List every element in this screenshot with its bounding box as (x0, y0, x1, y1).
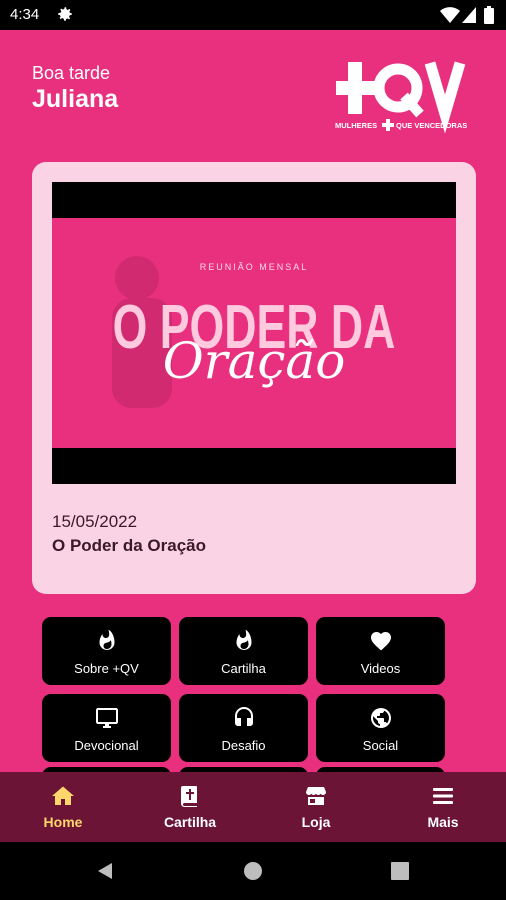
bottom-nav: Home Cartilha Loja Mais (0, 772, 506, 842)
thumbnail-graphic: REUNIÃO MENSAL O PODER DA Oração (112, 256, 395, 408)
status-bar: 4:34 (0, 0, 506, 30)
grid-label: Desafio (221, 738, 266, 753)
social-button[interactable]: Social (316, 694, 445, 762)
bible-icon (181, 786, 197, 807)
greeting-salutation: Boa tarde (32, 63, 111, 83)
nav-home[interactable]: Home (0, 772, 126, 842)
videos-button[interactable]: Videos (316, 617, 445, 685)
globe-icon (370, 708, 391, 728)
desafio-button[interactable]: Desafio (179, 694, 308, 762)
flame-icon (99, 629, 114, 650)
svg-text:MULHERES: MULHERES (335, 121, 377, 130)
brand-logo: MULHERES QUE VENCEDORAS (335, 61, 467, 134)
wifi-icon (440, 7, 460, 23)
home-icon (52, 786, 74, 805)
menu-icon (433, 788, 453, 804)
cellular-icon (462, 7, 476, 23)
video-thumbnail[interactable]: REUNIÃO MENSAL O PODER DA Oração (52, 182, 456, 484)
nav-label: Loja (301, 814, 331, 830)
cartilha-button[interactable]: Cartilha (179, 617, 308, 685)
featured-video-card[interactable]: REUNIÃO MENSAL O PODER DA Oração 15/05/2… (32, 162, 476, 594)
status-time: 4:34 (10, 6, 40, 23)
nav-label: Mais (427, 814, 459, 830)
nav-loja[interactable]: Loja (253, 772, 379, 842)
grid-label: Sobre +QV (74, 661, 139, 676)
recents-icon[interactable] (391, 862, 409, 880)
system-nav-bar (0, 842, 506, 900)
store-icon (306, 787, 326, 805)
gear-icon (58, 7, 72, 21)
heart-icon (370, 632, 391, 651)
user-name: Juliana (32, 85, 119, 113)
flame-icon (236, 629, 251, 650)
battery-icon (484, 6, 494, 24)
video-title: O Poder da Oração (52, 536, 206, 555)
nav-cartilha[interactable]: Cartilha (127, 772, 253, 842)
grid-label: Videos (360, 661, 401, 676)
sobre-qv-button[interactable]: Sobre +QV (42, 617, 171, 685)
svg-text:QUE VENCEDORAS: QUE VENCEDORAS (396, 121, 467, 130)
thumbnail-script-word: Oração (163, 332, 346, 390)
thumbnail-art: REUNIÃO MENSAL O PODER DA Oração (52, 218, 456, 448)
thumbnail-kicker: REUNIÃO MENSAL (200, 262, 309, 272)
nav-mais[interactable]: Mais (380, 772, 506, 842)
greeting: Boa tarde Juliana (32, 62, 118, 114)
home-circle-icon[interactable] (243, 861, 263, 881)
grid-label: Social (362, 738, 399, 753)
back-icon[interactable] (96, 861, 116, 881)
headphones-icon (234, 707, 253, 726)
devocional-button[interactable]: Devocional (42, 694, 171, 762)
video-date: 15/05/2022 (52, 512, 138, 531)
monitor-icon (95, 708, 118, 728)
nav-label: Cartilha (163, 814, 217, 830)
nav-label: Home (43, 814, 83, 830)
grid-label: Cartilha (221, 661, 266, 676)
grid-label: Devocional (74, 738, 139, 753)
